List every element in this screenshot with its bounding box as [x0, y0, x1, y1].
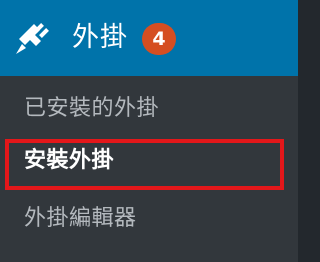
highlight-annotation-box [5, 139, 284, 190]
plugins-menu-label: 外掛 [72, 22, 128, 53]
update-count-badge: 4 [142, 23, 176, 55]
submenu-item-label: 外掛編輯器 [24, 206, 137, 231]
plugin-icon [16, 23, 49, 54]
plugins-menu-header[interactable]: 外掛 4 [0, 0, 298, 76]
submenu-item-label: 已安裝的外掛 [24, 96, 160, 121]
submenu-item-plugin-editor[interactable]: 外掛編輯器 [0, 204, 298, 234]
submenu-item-installed-plugins[interactable]: 已安裝的外掛 [0, 94, 298, 124]
admin-sidebar-menu: 外掛 4 已安裝的外掛 安裝外掛 外掛編輯器 [0, 0, 298, 262]
